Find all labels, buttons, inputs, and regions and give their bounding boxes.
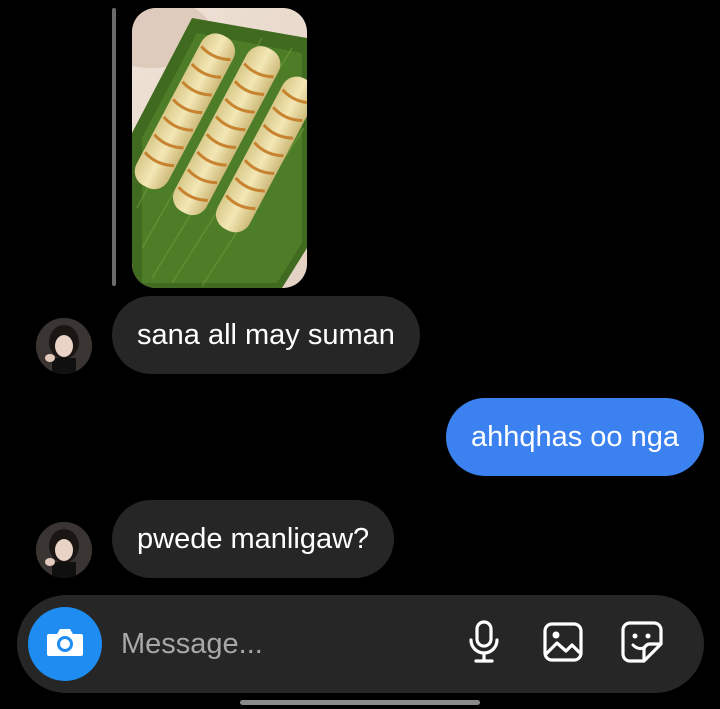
sender-avatar[interactable] (36, 318, 92, 374)
shared-photo-suman[interactable] (132, 8, 307, 288)
message-input[interactable] (121, 623, 451, 665)
gallery-button[interactable] (540, 621, 586, 667)
microphone-button[interactable] (461, 619, 507, 669)
message-bubble-incoming[interactable]: pwede manligaw? (112, 500, 395, 578)
microphone-icon (467, 619, 501, 669)
sticker-icon (620, 620, 664, 669)
sticker-button[interactable] (619, 620, 665, 669)
message-composer (17, 595, 704, 693)
camera-icon (45, 625, 85, 664)
home-indicator[interactable] (240, 700, 480, 705)
message-bubble-incoming[interactable]: sana all may suman (112, 296, 420, 374)
image-gallery-icon (542, 621, 584, 668)
reply-quote-bar (112, 8, 116, 286)
message-bubble-outgoing[interactable]: ahhqhas oo nga (445, 398, 704, 476)
sender-avatar[interactable] (36, 522, 92, 578)
camera-button[interactable] (28, 607, 102, 681)
